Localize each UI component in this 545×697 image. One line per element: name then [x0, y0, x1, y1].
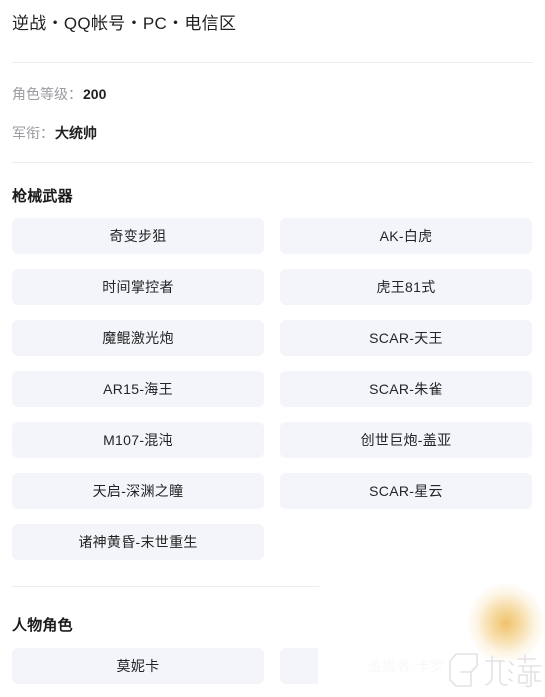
section-heading-characters: 人物角色 [12, 617, 73, 634]
info-value-rank: 大统帅 [55, 125, 97, 141]
info-label-level: 角色等级： [12, 86, 82, 102]
weapon-tile[interactable]: 天启-深渊之瞳 [12, 473, 264, 509]
divider-weapons [12, 162, 533, 163]
weapon-tile[interactable]: SCAR-天王 [280, 320, 532, 356]
weapon-tile[interactable]: M107-混沌 [12, 422, 264, 458]
info-row-level: 角色等级：200 [12, 84, 106, 104]
weapon-tile[interactable]: SCAR-星云 [280, 473, 532, 509]
weapon-tile-grid: 奇变步狙 AK-白虎 时间掌控者 虎王81式 魔鲲激光炮 SCAR-天王 AR1… [12, 218, 533, 560]
section-heading-weapons: 枪械武器 [12, 188, 73, 205]
weapon-tile[interactable]: 时间掌控者 [12, 269, 264, 305]
info-value-level: 200 [83, 86, 107, 102]
weapon-tile[interactable]: 创世巨炮-盖亚 [280, 422, 532, 458]
character-tile[interactable]: 追猎者-卡罗 [280, 648, 532, 684]
weapon-tile[interactable]: 虎王81式 [280, 269, 532, 305]
divider-characters [12, 586, 533, 587]
weapon-tile[interactable]: AR15-海王 [12, 371, 264, 407]
account-detail-page: 逆战・QQ帐号・PC・电信区 角色等级：200 军衔：大统帅 枪械武器 奇变步狙… [0, 0, 545, 697]
character-tile[interactable]: 莫妮卡 [12, 648, 264, 684]
weapon-tile[interactable]: 魔鲲激光炮 [12, 320, 264, 356]
weapon-tile[interactable]: 诸神黄昏-末世重生 [12, 524, 264, 560]
page-title: 逆战・QQ帐号・PC・电信区 [12, 14, 237, 33]
info-row-rank: 军衔：大统帅 [12, 123, 97, 143]
weapon-tile[interactable]: 奇变步狙 [12, 218, 264, 254]
character-tile-grid: 莫妮卡 追猎者-卡罗 [12, 648, 533, 684]
info-label-rank: 军衔： [12, 125, 54, 141]
weapon-tile[interactable]: SCAR-朱雀 [280, 371, 532, 407]
weapon-tile[interactable]: AK-白虎 [280, 218, 532, 254]
divider-top [12, 62, 533, 63]
